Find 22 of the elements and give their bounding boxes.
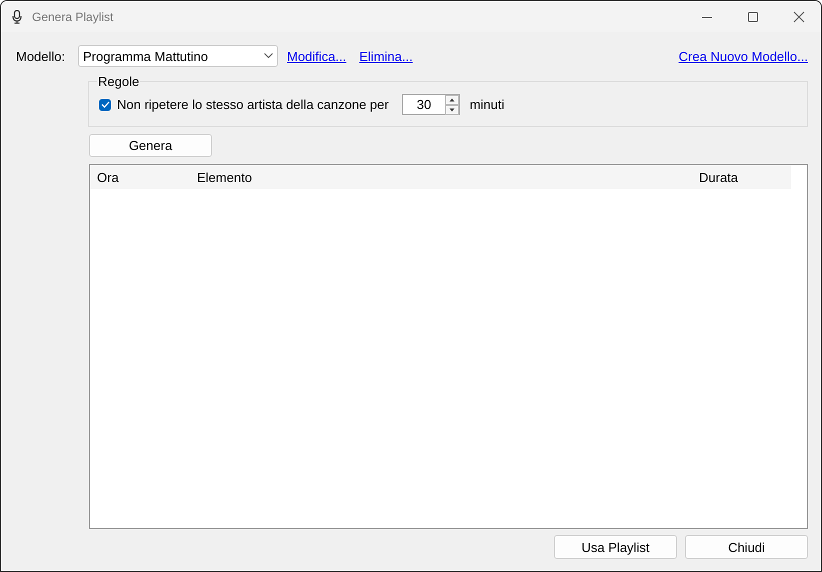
checkbox-square[interactable] bbox=[99, 98, 111, 110]
group-title: Regole bbox=[97, 74, 140, 89]
dialog-button[interactable]: Usa Playlist bbox=[554, 535, 677, 559]
template-link[interactable]: Elimina... bbox=[359, 48, 413, 64]
window-title: Genera Playlist bbox=[32, 10, 114, 24]
chevron-down-icon bbox=[264, 53, 273, 59]
maximize-icon[interactable] bbox=[747, 10, 759, 22]
new-template-link[interactable]: Crea Nuovo Modello... bbox=[678, 48, 808, 64]
checkmark-icon bbox=[100, 101, 110, 108]
microphone-icon bbox=[12, 10, 22, 24]
template-label: Modello: bbox=[16, 48, 66, 64]
generate-button[interactable]: Genera bbox=[89, 134, 212, 157]
unit-label: minuti bbox=[470, 97, 504, 112]
column-header[interactable]: Elemento bbox=[197, 170, 252, 184]
template-link[interactable]: Modifica... bbox=[287, 48, 346, 64]
dialog-button[interactable]: Chiudi bbox=[685, 535, 808, 559]
close-icon[interactable] bbox=[793, 10, 805, 22]
template-dropdown[interactable]: Programma Mattutino bbox=[78, 45, 278, 67]
no-repeat-checkbox[interactable]: Non ripetere lo stesso artista della canzone per bbox=[99, 97, 389, 112]
column-header[interactable]: Ora bbox=[97, 170, 119, 184]
minutes-spinner[interactable]: 30 bbox=[402, 94, 460, 115]
column-header[interactable]: Durata bbox=[699, 170, 738, 184]
